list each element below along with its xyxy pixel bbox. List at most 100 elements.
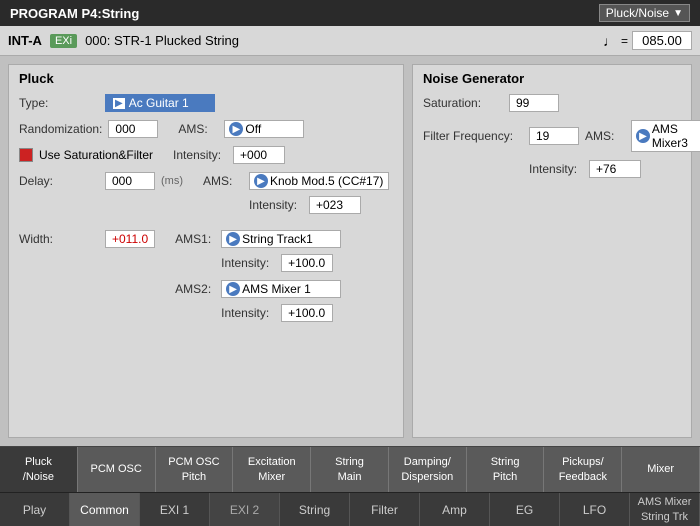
- delay-label: Delay:: [19, 174, 99, 188]
- top-bar: PROGRAM P4:String Pluck/Noise ▼: [0, 0, 700, 26]
- tempo-area: ♩ = 085.00: [603, 31, 692, 50]
- noise-panel-title: Noise Generator: [423, 71, 681, 86]
- tab1-3[interactable]: Excitation Mixer: [233, 447, 311, 492]
- intensity2-label: Intensity:: [249, 198, 303, 212]
- checkbox-row: Use Saturation&Filter: [19, 146, 153, 164]
- main-content: Pluck Type: ▶ Ac Guitar 1 Randomization:…: [0, 56, 700, 446]
- ams4-arrow-icon: ▶: [226, 282, 240, 296]
- type-label: Type:: [19, 96, 99, 110]
- saturation-label: Saturation:: [423, 96, 503, 110]
- tempo-icon: ♩: [603, 33, 617, 49]
- tempo-value[interactable]: 085.00: [632, 31, 692, 50]
- ams1-row: AMS: ▶ Off: [178, 120, 304, 138]
- type-value: Ac Guitar 1: [129, 96, 189, 110]
- ams4-value: AMS Mixer 1: [242, 282, 311, 296]
- exi-badge[interactable]: EXi: [50, 34, 77, 48]
- filter-freq-value[interactable]: 19: [529, 127, 579, 145]
- filter-row: Filter Frequency: 19 AMS: ▶ AMS Mixer3: [423, 120, 681, 152]
- ams3-row: AMS1: ▶ String Track1: [175, 230, 341, 248]
- tab1-1[interactable]: PCM OSC: [78, 447, 156, 492]
- width-value[interactable]: +011.0: [105, 230, 155, 248]
- tab2-8[interactable]: LFO: [560, 493, 630, 526]
- ams4-row: AMS2: ▶ AMS Mixer 1: [175, 280, 341, 298]
- ams1-label: AMS:: [178, 122, 218, 136]
- type-row: Type: ▶ Ac Guitar 1: [19, 94, 393, 112]
- tab1-0[interactable]: Pluck /Noise: [0, 447, 78, 492]
- dropdown-arrow-icon: ▼: [673, 8, 683, 19]
- type-dropdown[interactable]: ▶ Ac Guitar 1: [105, 94, 215, 112]
- bank-label: INT-A: [8, 33, 42, 48]
- intensity2-row: Intensity: +023: [249, 196, 389, 214]
- randomization-value[interactable]: 000: [108, 120, 158, 138]
- noise-ams-value: AMS Mixer3: [652, 122, 700, 150]
- checkbox-icon[interactable]: [19, 148, 33, 162]
- tab2-6[interactable]: Amp: [420, 493, 490, 526]
- randomization-label: Randomization:: [19, 122, 102, 136]
- tab1-5[interactable]: Damping/ Dispersion: [389, 447, 467, 492]
- width-row: Width: +011.0: [19, 230, 155, 248]
- tab2-1[interactable]: Common: [70, 493, 140, 526]
- top-bar-right: Pluck/Noise ▼: [599, 4, 690, 22]
- tab2-4[interactable]: String: [280, 493, 350, 526]
- tab2-3[interactable]: EXI 2: [210, 493, 280, 526]
- tab2-9[interactable]: AMS Mixer String Trk: [630, 493, 700, 526]
- ams2-value: Knob Mod.5 (CC#17): [270, 174, 383, 188]
- ams2-row: AMS: ▶ Knob Mod.5 (CC#17): [203, 172, 389, 190]
- intensity3-value[interactable]: +100.0: [281, 254, 333, 272]
- pluck-panel-title: Pluck: [19, 71, 393, 86]
- noise-intensity-value[interactable]: +76: [589, 160, 641, 178]
- noise-intensity-row: Intensity: +76: [529, 160, 681, 178]
- ams4-dropdown[interactable]: ▶ AMS Mixer 1: [221, 280, 341, 298]
- ams3-value: String Track1: [242, 232, 313, 246]
- tempo-equals: =: [621, 34, 628, 48]
- delay-value[interactable]: 000: [105, 172, 155, 190]
- mode-dropdown-label: Pluck/Noise: [606, 6, 669, 20]
- ams2-label: AMS:: [203, 174, 243, 188]
- intensity4-label: Intensity:: [221, 306, 275, 320]
- ams2-arrow-icon: ▶: [254, 174, 268, 188]
- ams2-dropdown[interactable]: ▶ Knob Mod.5 (CC#17): [249, 172, 389, 190]
- ms-label: (ms): [161, 175, 183, 187]
- tabs-row2: PlayCommonEXI 1EXI 2StringFilterAmpEGLFO…: [0, 492, 700, 526]
- checkbox-label: Use Saturation&Filter: [39, 148, 153, 162]
- tab1-7[interactable]: Pickups/ Feedback: [544, 447, 622, 492]
- width-label: Width:: [19, 232, 99, 246]
- noise-intensity-label: Intensity:: [529, 162, 583, 176]
- noise-ams-arrow-icon: ▶: [636, 129, 650, 143]
- delay-row: Delay: 000 (ms): [19, 172, 183, 190]
- ams1-dropdown[interactable]: ▶ Off: [224, 120, 304, 138]
- width-section: Width: +011.0: [19, 230, 155, 256]
- tab1-8[interactable]: Mixer: [622, 447, 700, 492]
- saturation-row: Saturation: 99: [423, 94, 681, 112]
- intensity1-row: Intensity: +000: [173, 146, 285, 164]
- tab1-2[interactable]: PCM OSC Pitch: [156, 447, 234, 492]
- delay-section: Delay: 000 (ms): [19, 172, 183, 198]
- mode-dropdown[interactable]: Pluck/Noise ▼: [599, 4, 690, 22]
- intensity1-value[interactable]: +000: [233, 146, 285, 164]
- ams3-arrow-icon: ▶: [226, 232, 240, 246]
- tab2-0[interactable]: Play: [0, 493, 70, 526]
- tab2-2[interactable]: EXI 1: [140, 493, 210, 526]
- intensity2-value[interactable]: +023: [309, 196, 361, 214]
- randomization-row: Randomization: 000: [19, 120, 158, 138]
- ams2-section: AMS: ▶ Knob Mod.5 (CC#17) Intensity: +02…: [203, 172, 389, 222]
- tab1-6[interactable]: String Pitch: [467, 447, 545, 492]
- intensity4-value[interactable]: +100.0: [281, 304, 333, 322]
- ams1-value: Off: [245, 122, 261, 136]
- intensity1-label: Intensity:: [173, 148, 227, 162]
- app-title: PROGRAM P4:String: [10, 6, 139, 21]
- noise-ams-dropdown[interactable]: ▶ AMS Mixer3: [631, 120, 700, 152]
- ams4-label: AMS2:: [175, 282, 215, 296]
- ams3-section: AMS1: ▶ String Track1 Intensity: +100.0 …: [175, 230, 341, 330]
- tab1-4[interactable]: String Main: [311, 447, 389, 492]
- noise-ams-label: AMS:: [585, 129, 625, 143]
- tab2-5[interactable]: Filter: [350, 493, 420, 526]
- saturation-value[interactable]: 99: [509, 94, 559, 112]
- intensity3-label: Intensity:: [221, 256, 275, 270]
- tab2-7[interactable]: EG: [490, 493, 560, 526]
- type-arrow-icon: ▶: [113, 98, 125, 109]
- ams3-dropdown[interactable]: ▶ String Track1: [221, 230, 341, 248]
- ams3-label: AMS1:: [175, 232, 215, 246]
- filter-freq-label: Filter Frequency:: [423, 129, 523, 143]
- preset-name: 000: STR-1 Plucked String: [85, 33, 595, 48]
